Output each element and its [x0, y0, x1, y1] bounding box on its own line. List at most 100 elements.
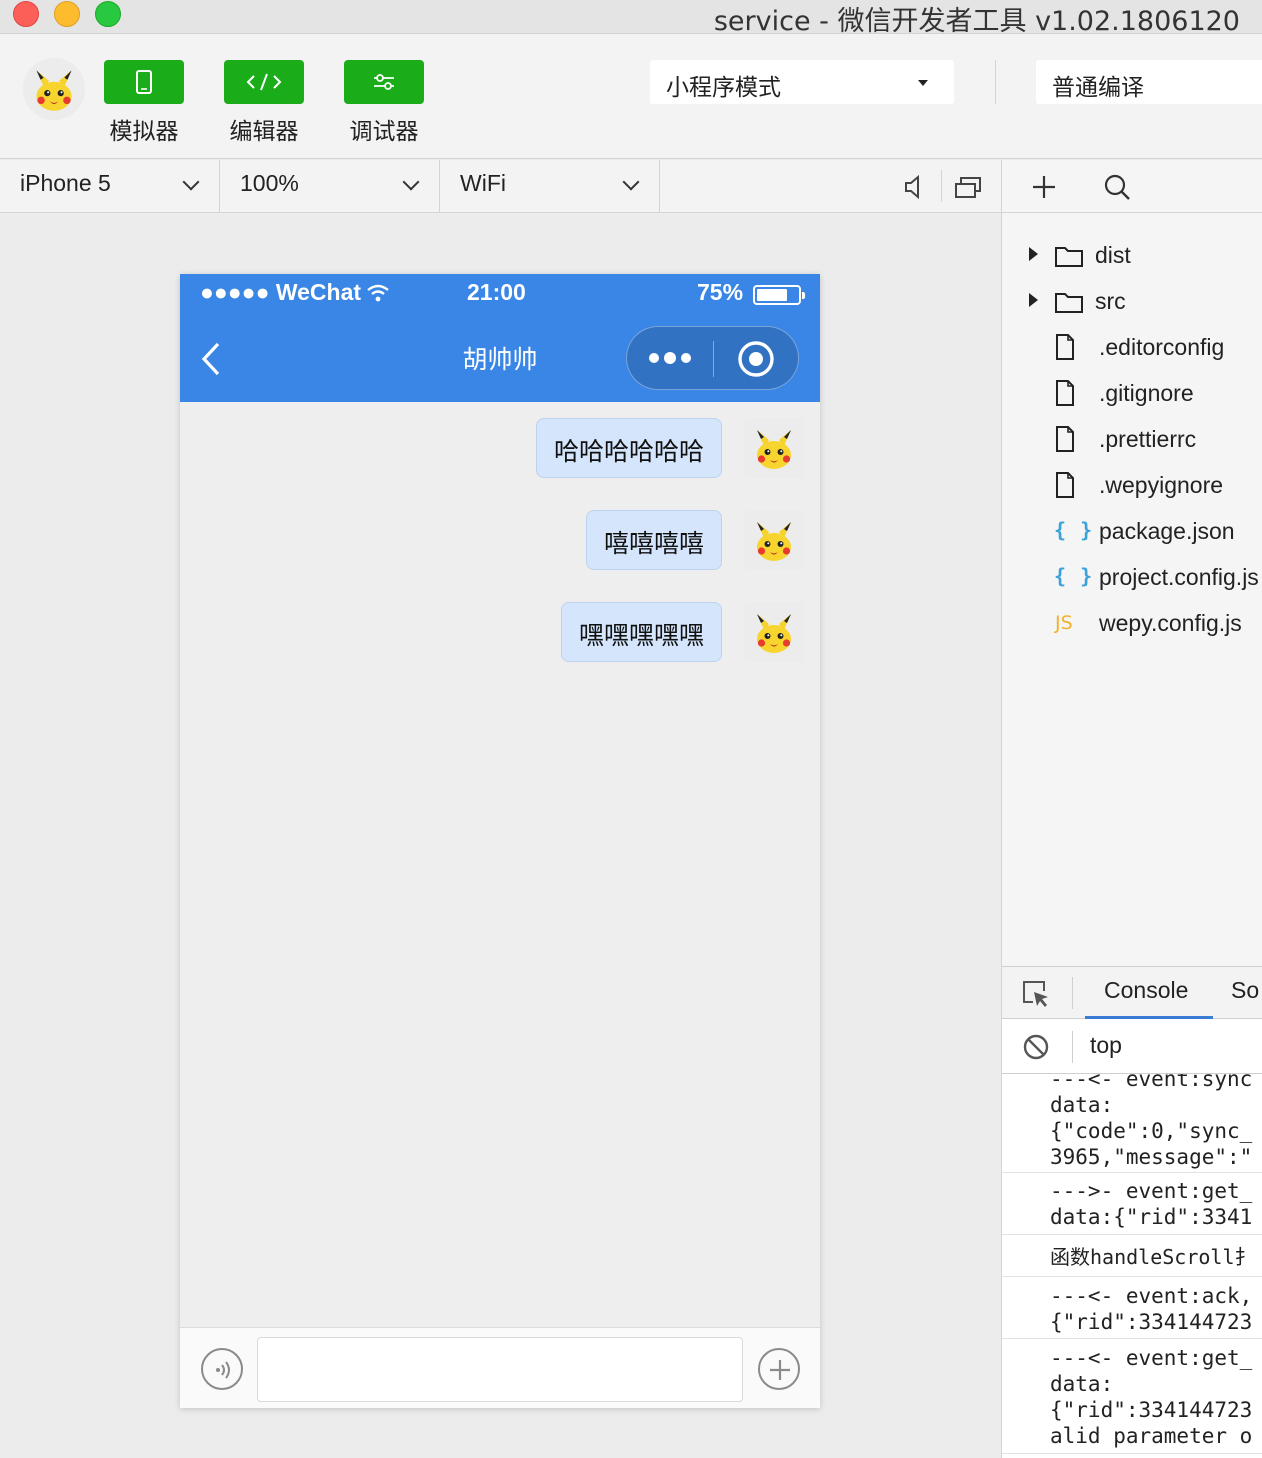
chat-input-bar	[180, 1327, 820, 1408]
inspect-element-icon[interactable]	[1021, 979, 1051, 1009]
file-explorer-header	[1002, 160, 1262, 213]
console-log-area: ---<- event:sync data: {"code":0,"sync_ …	[1002, 1074, 1262, 1458]
tree-file-wepyignore[interactable]: .wepyignore	[1002, 466, 1262, 506]
file-explorer: dist src .editorconfig .gitignore .prett…	[1001, 160, 1262, 966]
file-icon	[1055, 426, 1075, 452]
debugger-label: 调试器	[349, 119, 419, 145]
file-icon	[1055, 334, 1075, 360]
tree-folder-src[interactable]: src	[1002, 282, 1262, 322]
tree-file-package-json[interactable]: { } package.json	[1002, 512, 1262, 552]
compile-select[interactable]: 普通编译	[1036, 60, 1262, 104]
capsule-divider	[713, 341, 714, 377]
json-file-icon: { }	[1054, 518, 1094, 542]
code-icon	[246, 73, 282, 91]
simulator-screen: ●●●●● WeChat 21:00 75% 胡帅帅 哈哈哈哈哈哈 嘻嘻嘻嘻 嘿…	[180, 274, 820, 1408]
console-log-entry: ---<- event:sync data: {"code":0,"sync_ …	[1050, 1074, 1253, 1169]
chevron-down-icon	[182, 173, 200, 191]
wifi-icon	[367, 284, 389, 302]
console-log-entry: 函数handleScroll扌	[1050, 1245, 1255, 1269]
caret-right-icon[interactable]	[1029, 293, 1038, 307]
message-bubble[interactable]: 哈哈哈哈哈哈	[535, 418, 722, 478]
main-toolbar: 模拟器 编辑器 调试器 小程序模式 普通编译	[0, 34, 1262, 159]
add-button[interactable]	[758, 1348, 800, 1390]
tree-file-editorconfig[interactable]: .editorconfig	[1002, 328, 1262, 368]
clear-console-icon[interactable]	[1022, 1033, 1050, 1061]
mode-select[interactable]: 小程序模式	[650, 60, 954, 104]
phone-status-bar: ●●●●● WeChat 21:00 75%	[180, 274, 820, 314]
tree-item-label: .gitignore	[1099, 380, 1194, 406]
tab-divider	[1072, 977, 1073, 1009]
plus-icon	[770, 1360, 790, 1380]
network-select-value: WiFi	[460, 170, 506, 196]
tree-item-label: package.json	[1099, 518, 1235, 544]
tab-console[interactable]: Console	[1104, 977, 1188, 1004]
close-miniprogram-icon[interactable]	[736, 339, 776, 379]
more-dots-icon[interactable]	[647, 349, 693, 367]
log-divider	[1002, 1338, 1262, 1339]
simulator-button[interactable]	[104, 60, 184, 104]
phone-nav-bar: 胡帅帅	[180, 314, 820, 402]
close-window-icon[interactable]	[13, 1, 39, 27]
tab-sources[interactable]: So	[1231, 977, 1259, 1004]
zoom-select-value: 100%	[240, 170, 299, 196]
tree-item-label: .editorconfig	[1099, 334, 1225, 360]
tree-item-label: .prettierrc	[1099, 426, 1197, 452]
sender-avatar[interactable]	[744, 510, 804, 570]
tree-file-prettierrc[interactable]: .prettierrc	[1002, 420, 1262, 460]
user-avatar[interactable]	[23, 58, 85, 120]
editor-label: 编辑器	[229, 119, 299, 145]
compile-select-value: 普通编译	[1052, 75, 1144, 101]
voice-button[interactable]	[201, 1348, 243, 1390]
caret-right-icon[interactable]	[1029, 247, 1038, 261]
debugger-button[interactable]	[344, 60, 424, 104]
chevron-down-icon	[622, 173, 640, 191]
chevron-down-icon	[402, 173, 420, 191]
devbar-divider	[941, 170, 942, 202]
folder-icon	[1054, 244, 1084, 268]
message-bubble[interactable]: 嘿嘿嘿嘿嘿	[560, 602, 722, 662]
battery-nub	[802, 292, 805, 299]
tree-file-wepy-config[interactable]: JS wepy.config.js	[1002, 604, 1262, 644]
tree-item-label: dist	[1095, 242, 1131, 268]
sender-avatar[interactable]	[744, 418, 804, 478]
maximize-window-icon[interactable]	[95, 1, 121, 27]
message-bubble[interactable]: 嘻嘻嘻嘻	[585, 510, 722, 570]
context-select[interactable]: top	[1090, 1032, 1122, 1059]
log-divider	[1002, 1234, 1262, 1235]
console-log-entry: ---<- event:ack, {"rid":334144723	[1050, 1284, 1253, 1334]
network-select[interactable]: WiFi	[440, 160, 660, 212]
chat-message: 嘻嘻嘻嘻	[585, 510, 804, 570]
status-time: 21:00	[467, 279, 526, 305]
simulator-label: 模拟器	[109, 119, 179, 145]
zoom-select[interactable]: 100%	[220, 160, 440, 212]
voice-icon	[216, 1361, 230, 1379]
window-title: service - 微信开发者工具 v1.02.1806120	[713, 6, 1240, 37]
chat-message: 嘿嘿嘿嘿嘿	[560, 602, 804, 662]
console-log-entry: --->- event:get_ data:{"rid":3341	[1050, 1179, 1253, 1229]
tree-folder-dist[interactable]: dist	[1002, 236, 1262, 276]
toolbar-divider	[995, 60, 996, 104]
battery-icon	[753, 285, 805, 305]
tree-item-label: src	[1095, 288, 1126, 314]
plus-icon[interactable]	[1031, 174, 1057, 200]
log-divider	[1002, 1172, 1262, 1173]
battery-percent: 75%	[697, 279, 744, 305]
device-bar: iPhone 5 100% WiFi	[0, 160, 1001, 213]
file-icon	[1055, 472, 1075, 498]
tree-item-label: project.config.js	[1099, 564, 1259, 590]
sender-avatar[interactable]	[744, 602, 804, 662]
volume-icon[interactable]	[903, 174, 925, 200]
carrier-label: ●●●●● WeChat	[200, 279, 362, 305]
tree-file-project-config[interactable]: { } project.config.js	[1002, 558, 1262, 598]
file-icon	[1055, 380, 1075, 406]
device-select[interactable]: iPhone 5	[0, 160, 220, 212]
log-divider	[1002, 1276, 1262, 1277]
detach-window-icon[interactable]	[954, 176, 982, 200]
minimize-window-icon[interactable]	[54, 1, 80, 27]
message-input[interactable]	[257, 1337, 743, 1402]
search-icon[interactable]	[1103, 173, 1131, 201]
filter-divider	[1072, 1031, 1073, 1063]
device-select-value: iPhone 5	[20, 170, 111, 196]
tree-file-gitignore[interactable]: .gitignore	[1002, 374, 1262, 414]
editor-button[interactable]	[224, 60, 304, 104]
